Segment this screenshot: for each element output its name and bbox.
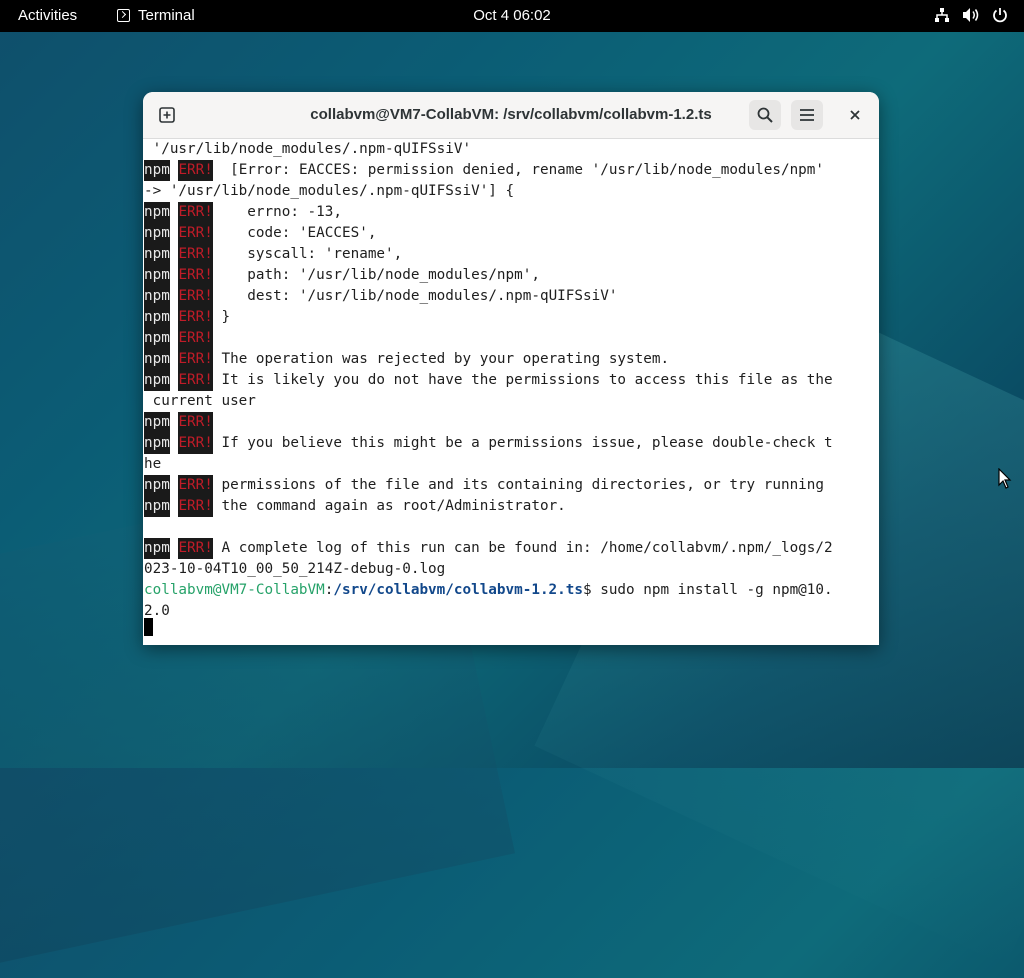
err-badge: ERR! [178, 538, 213, 559]
window-titlebar[interactable]: collabvm@VM7-CollabVM: /srv/collabvm/col… [143, 92, 879, 139]
terminal-line: npm ERR! permissions of the file and its… [144, 475, 824, 496]
prompt-path: /srv/collabvm/collabvm-1.2.ts [333, 582, 583, 598]
err-badge: ERR! [178, 496, 213, 517]
app-menu-button[interactable]: Terminal [117, 7, 195, 24]
search-button[interactable] [749, 100, 781, 130]
npm-badge: npm [144, 223, 170, 244]
err-badge: ERR! [178, 286, 213, 307]
npm-badge: npm [144, 202, 170, 223]
terminal-line: npm ERR! errno: -13, [144, 202, 342, 223]
terminal-line: npm ERR! It is likely you do not have th… [144, 370, 833, 391]
terminal-line: npm ERR! A complete log of this run can … [144, 538, 833, 559]
err-badge: ERR! [178, 265, 213, 286]
terminal-line: npm ERR! syscall: 'rename', [144, 244, 402, 265]
err-badge: ERR! [178, 223, 213, 244]
npm-badge: npm [144, 286, 170, 307]
npm-badge: npm [144, 538, 170, 559]
terminal-line: npm ERR! path: '/usr/lib/node_modules/np… [144, 265, 540, 286]
terminal-line: npm ERR! The operation was rejected by y… [144, 349, 669, 370]
terminal-prompt-line: collabvm@VM7-CollabVM:/srv/collabvm/coll… [144, 582, 833, 598]
terminal-line: npm ERR! dest: '/usr/lib/node_modules/.n… [144, 286, 617, 307]
menu-button[interactable] [791, 100, 823, 130]
terminal-line: npm ERR! If you believe this might be a … [144, 433, 833, 454]
volume-icon [963, 8, 979, 22]
err-badge: ERR! [178, 370, 213, 391]
power-icon [993, 8, 1007, 23]
err-badge: ERR! [178, 160, 213, 181]
err-badge: ERR! [178, 202, 213, 223]
npm-badge: npm [144, 370, 170, 391]
npm-badge: npm [144, 244, 170, 265]
err-badge: ERR! [178, 307, 213, 328]
new-tab-button[interactable] [151, 100, 183, 130]
terminal-line: current user [144, 393, 256, 409]
terminal-line: 023-10-04T10_00_50_214Z-debug-0.log [144, 561, 446, 577]
terminal-icon [117, 9, 130, 22]
prompt-user: collabvm@VM7-CollabVM [144, 582, 325, 598]
close-button[interactable] [839, 100, 871, 130]
npm-badge: npm [144, 412, 170, 433]
npm-badge: npm [144, 496, 170, 517]
terminal-line: npm ERR! [144, 328, 213, 349]
clock-button[interactable]: Oct 4 06:02 [473, 7, 551, 24]
prompt-command: $ sudo npm install -g npm@10. [583, 582, 833, 598]
terminal-line: npm ERR! code: 'EACCES', [144, 223, 376, 244]
npm-badge: npm [144, 160, 170, 181]
terminal-output[interactable]: '/usr/lib/node_modules/.npm-qUIFSsiV' np… [143, 139, 879, 645]
npm-badge: npm [144, 475, 170, 496]
npm-badge: npm [144, 307, 170, 328]
terminal-line: he [144, 456, 162, 472]
app-name-label: Terminal [138, 7, 195, 24]
menu-icon [800, 109, 814, 121]
terminal-line: npm ERR! the command again as root/Admin… [144, 496, 566, 517]
terminal-line: '/usr/lib/node_modules/.npm-qUIFSsiV' [144, 141, 472, 157]
text-cursor [144, 618, 153, 636]
err-badge: ERR! [178, 244, 213, 265]
mouse-pointer-icon [998, 468, 1012, 489]
close-icon [850, 110, 860, 120]
err-badge: ERR! [178, 349, 213, 370]
activities-button[interactable]: Activities [18, 7, 77, 24]
npm-badge: npm [144, 349, 170, 370]
npm-badge: npm [144, 265, 170, 286]
npm-badge: npm [144, 433, 170, 454]
terminal-line: -> '/usr/lib/node_modules/.npm-qUIFSsiV'… [144, 183, 515, 199]
err-badge: ERR! [178, 328, 213, 349]
err-badge: ERR! [178, 475, 213, 496]
terminal-line: npm ERR! [Error: EACCES: permission deni… [144, 160, 824, 181]
search-icon [757, 107, 773, 123]
network-icon [935, 8, 949, 22]
system-menu-button[interactable] [934, 7, 1008, 23]
err-badge: ERR! [178, 412, 213, 433]
terminal-line: npm ERR! } [144, 307, 230, 328]
npm-badge: npm [144, 328, 170, 349]
top-bar: Activities Terminal Oct 4 06:02 [0, 0, 1024, 32]
new-tab-icon [159, 107, 175, 123]
err-badge: ERR! [178, 433, 213, 454]
terminal-window: collabvm@VM7-CollabVM: /srv/collabvm/col… [143, 92, 879, 645]
terminal-line: npm ERR! [144, 412, 213, 433]
